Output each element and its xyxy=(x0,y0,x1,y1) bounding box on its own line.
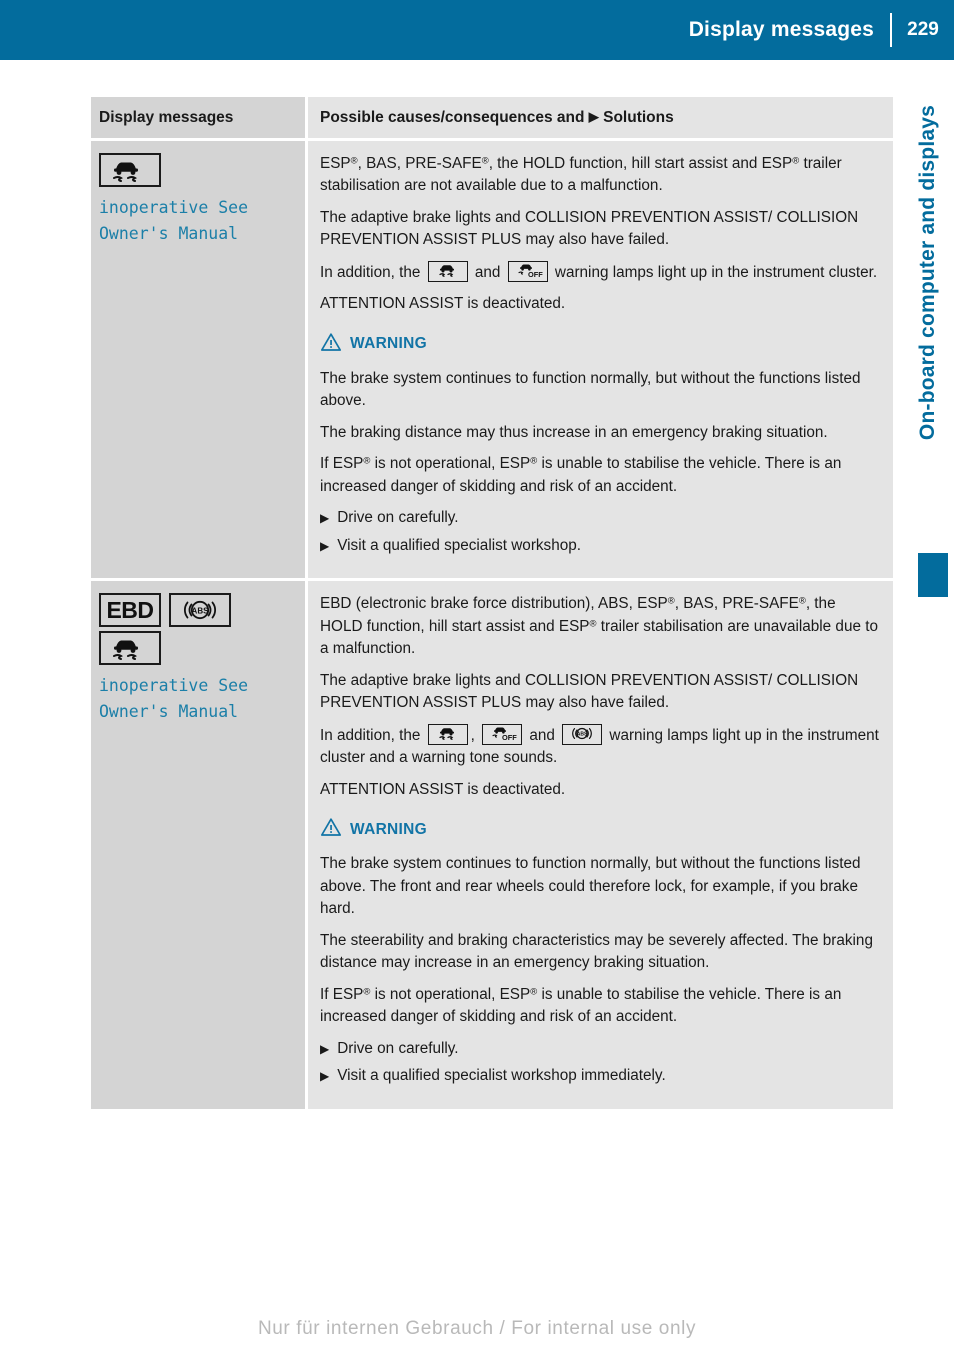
row1-paragraph-4: ATTENTION ASSIST is deactivated. xyxy=(320,295,566,313)
row1-bullet-1: ▶ Drive on carefully. xyxy=(320,507,879,529)
page-header: Display messages 229 xyxy=(0,0,954,60)
table-header-cell-right: Possible causes/consequences and ▶ Solut… xyxy=(308,97,893,141)
abs-lamp-icon: ABS xyxy=(169,593,231,628)
warning-triangle-icon xyxy=(320,332,342,357)
esp-off-lamp-inline-icon: OFF xyxy=(482,723,523,745)
row2-warning-paragraph-1: The brake system continues to function n… xyxy=(320,855,861,918)
row2-warning-header: WARNING xyxy=(320,817,879,842)
column-header-causes-solutions: Possible causes/consequences and ▶ Solut… xyxy=(320,109,879,127)
row2-paragraph-3: In addition, the , OFF and ABS warning l… xyxy=(320,723,879,770)
warning-triangle-icon xyxy=(320,817,342,842)
display-messages-table: Display messages Possible causes/consequ… xyxy=(91,97,893,1109)
column-header-display-messages: Display messages xyxy=(99,109,234,126)
row1-paragraph-1: ESP®, BAS, PRE-SAFE®, the HOLD function,… xyxy=(320,155,842,195)
esp-skid-car-lamp-icon xyxy=(99,631,161,666)
row2-paragraph-1: EBD (electronic brake force distribution… xyxy=(320,595,878,658)
row2-bullet-2: ▶ Visit a qualified specialist workshop … xyxy=(320,1065,879,1087)
svg-text:OFF: OFF xyxy=(528,270,543,279)
row1-bullet-1-text: Drive on carefully. xyxy=(337,509,459,527)
row2-warning-label: WARNING xyxy=(350,820,428,838)
esp-skid-car-lamp-icon xyxy=(99,153,161,187)
row1-lamp-icons xyxy=(99,153,295,187)
row2-lamp-icons-bottom xyxy=(99,631,295,666)
row1-bullet-2: ▶ Visit a qualified specialist workshop. xyxy=(320,535,879,557)
bullet-arrow-icon: ▶ xyxy=(320,1069,330,1084)
page-number: 229 xyxy=(907,19,939,40)
svg-text:ABS: ABS xyxy=(192,607,210,616)
bullet-arrow-icon: ▶ xyxy=(320,511,330,526)
row1-causes-cell: ESP®, BAS, PRE-SAFE®, the HOLD function,… xyxy=(308,141,893,579)
row1-display-message: inoperative See Owner's Manual xyxy=(99,198,249,243)
row1-warning-paragraph-1: The brake system continues to function n… xyxy=(320,369,861,410)
chapter-tab-label: On-board computer and displays xyxy=(916,105,939,441)
table-row: EBD ABS inoperative See Owner's Manual E… xyxy=(91,578,893,1109)
row2-warning-paragraph-2: The steerability and braking characteris… xyxy=(320,931,873,972)
row1-warning-header: WARNING xyxy=(320,332,879,357)
svg-text:OFF: OFF xyxy=(502,733,517,742)
chapter-tab-marker xyxy=(918,553,948,597)
row2-lamp-icons-top: EBD ABS xyxy=(99,593,295,628)
esp-lamp-inline-icon xyxy=(427,260,468,282)
row2-bullet-1: ▶ Drive on carefully. xyxy=(320,1038,879,1060)
table-row: inoperative See Owner's Manual ESP®, BAS… xyxy=(91,141,893,579)
row1-paragraph-2: The adaptive brake lights and COLLISION … xyxy=(320,208,859,249)
row2-paragraph-2: The adaptive brake lights and COLLISION … xyxy=(320,671,859,712)
footer-watermark: Nur für internen Gebrauch / For internal… xyxy=(257,1318,697,1339)
row1-warning-label: WARNING xyxy=(350,335,428,353)
bullet-arrow-icon: ▶ xyxy=(320,1041,330,1056)
row2-paragraph-4: ATTENTION ASSIST is deactivated. xyxy=(320,780,566,798)
row2-warning-paragraph-3: If ESP® is not operational, ESP® is unab… xyxy=(320,985,842,1026)
esp-off-lamp-inline-icon: OFF xyxy=(507,260,548,282)
solutions-arrow-icon: ▶ xyxy=(588,109,599,124)
row2-message-cell: EBD ABS inoperative See Owner's Manual xyxy=(91,578,308,1109)
table-header-cell-left: Display messages xyxy=(91,97,308,141)
esp-lamp-inline-icon xyxy=(427,723,468,745)
row2-causes-cell: EBD (electronic brake force distribution… xyxy=(308,578,893,1109)
row1-paragraph-3: In addition, the and OFF warning lamps l… xyxy=(320,260,879,284)
bullet-arrow-icon: ▶ xyxy=(320,538,330,553)
column-header-prefix: Possible causes/consequences and xyxy=(320,109,585,126)
table-header-row: Display messages Possible causes/consequ… xyxy=(91,97,893,141)
row2-bullet-1-text: Drive on carefully. xyxy=(337,1039,459,1057)
abs-lamp-inline-icon: ABS xyxy=(562,723,603,745)
row1-message-cell: inoperative See Owner's Manual xyxy=(91,141,308,579)
column-header-suffix: Solutions xyxy=(603,109,674,126)
row1-warning-paragraph-2: The braking distance may thus increase i… xyxy=(320,423,828,441)
row1-bullet-2-text: Visit a qualified specialist workshop. xyxy=(337,536,581,554)
svg-text:ABS: ABS xyxy=(577,731,588,737)
row1-warning-paragraph-3: If ESP® is not operational, ESP® is unab… xyxy=(320,455,842,495)
ebd-lamp-icon: EBD xyxy=(99,593,161,628)
page-title: Display messages xyxy=(688,18,874,41)
chapter-tab: On-board computer and displays xyxy=(908,105,948,575)
row2-display-message: inoperative See Owner's Manual xyxy=(99,676,249,721)
row2-bullet-2-text: Visit a qualified specialist workshop im… xyxy=(337,1067,666,1085)
ebd-lamp-label: EBD xyxy=(106,596,154,623)
